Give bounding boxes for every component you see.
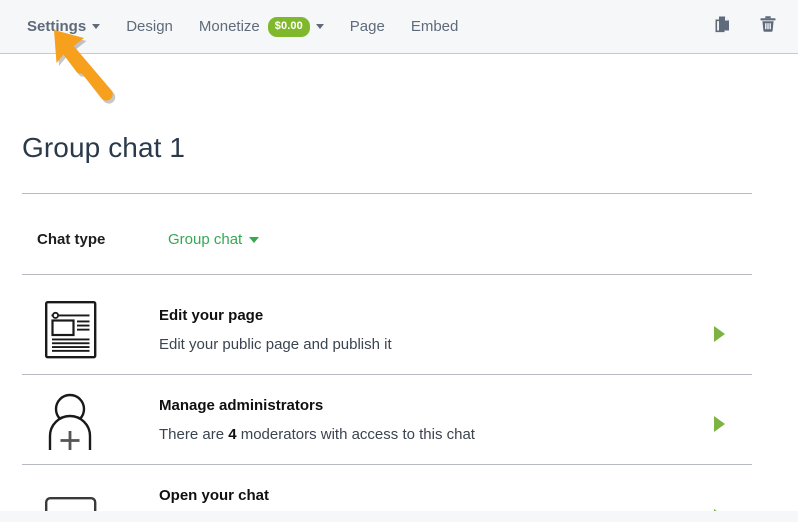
nav-item-design-label: Design [126, 18, 173, 35]
trash-icon [757, 13, 779, 40]
nav-item-settings[interactable]: Settings [14, 0, 113, 53]
duplicate-button[interactable] [702, 7, 742, 47]
page-document-icon [45, 301, 97, 364]
settings-row-title: Open your chat [159, 487, 270, 504]
chevron-down-icon [92, 24, 101, 29]
nav-item-page[interactable]: Page [337, 0, 398, 53]
page-bottom-strip [0, 511, 798, 522]
nav-item-monetize-label: Monetize [198, 18, 260, 35]
divider-under-manage-administrators [22, 464, 752, 465]
chevron-right-icon[interactable] [714, 326, 725, 342]
nav-items-group: Settings Design Monetize $0.00 Page Embe… [14, 0, 471, 53]
toolbar-actions [702, 0, 788, 53]
desc-text-after: moderators with access to this chat [236, 426, 475, 443]
desc-text-before: Edit your public page and publish it [159, 336, 392, 353]
nav-item-settings-label: Settings [27, 18, 87, 35]
chevron-right-icon[interactable] [714, 416, 725, 432]
nav-item-embed-label: Embed [410, 18, 459, 35]
app-root: Settings Design Monetize $0.00 Page Embe… [0, 0, 798, 522]
divider-under-chat-type [22, 274, 752, 275]
chevron-down-icon [315, 24, 324, 29]
chat-type-label: Chat type [37, 231, 106, 248]
nav-item-design[interactable]: Design [113, 0, 186, 53]
settings-row-edit-page[interactable]: Edit your page Edit your public page and… [0, 290, 798, 378]
divider-under-edit-page [22, 374, 752, 375]
nav-item-embed[interactable]: Embed [398, 0, 472, 53]
chat-type-dropdown[interactable]: Group chat [168, 231, 260, 248]
divider-under-title [22, 193, 752, 194]
delete-button[interactable] [748, 7, 788, 47]
duplicate-icon [711, 13, 733, 40]
chat-type-value-label: Group chat [168, 231, 243, 248]
monetize-amount-badge: $0.00 [267, 16, 310, 37]
nav-item-monetize[interactable]: Monetize $0.00 [186, 0, 337, 53]
nav-item-page-label: Page [349, 18, 385, 35]
chevron-down-icon [249, 236, 260, 243]
settings-row-manage-administrators[interactable]: Manage administrators There are 4 modera… [0, 380, 798, 468]
desc-text-before: There are [159, 426, 229, 443]
add-person-icon [45, 392, 97, 455]
top-navigation-bar: Settings Design Monetize $0.00 Page Embe… [0, 0, 798, 54]
desc-text-bold: 4 [228, 426, 237, 443]
settings-row-description: Edit your public page and publish it [159, 336, 392, 353]
settings-row-title: Edit your page [159, 307, 264, 324]
settings-row-description: There are 4 moderators with access to th… [159, 426, 475, 443]
settings-row-title: Manage administrators [159, 397, 324, 414]
page-title: Group chat 1 [22, 132, 186, 163]
